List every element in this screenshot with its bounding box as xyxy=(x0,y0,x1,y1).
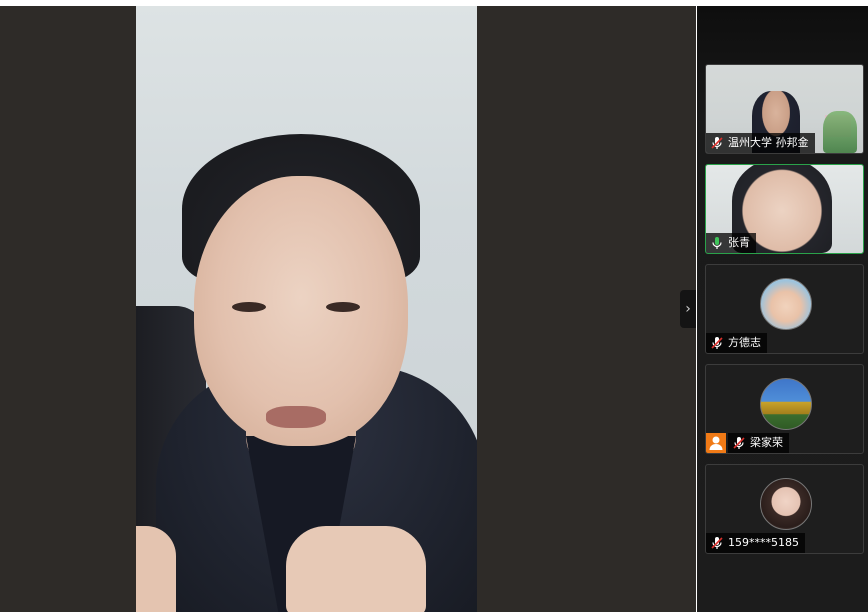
mic-muted-icon xyxy=(710,536,724,550)
participant-tile[interactable]: 温州大学 孙邦金 xyxy=(705,64,864,154)
participant-tile[interactable]: 梁家荣 xyxy=(705,364,864,454)
participant-tile[interactable]: 159****5185 xyxy=(705,464,864,554)
avatar xyxy=(760,378,812,430)
tile-video-plant xyxy=(823,111,857,153)
participant-sidebar: 温州大学 孙邦金 张青 方德志 梁家荣 159****5185 xyxy=(697,6,868,612)
participant-tile-active[interactable]: 张青 xyxy=(705,164,864,254)
mic-active-icon xyxy=(710,236,724,250)
video-hand-left xyxy=(136,526,176,612)
participant-label: 159****5185 xyxy=(706,533,805,553)
participant-name: 温州大学 孙邦金 xyxy=(728,136,809,149)
video-mouth xyxy=(266,406,326,428)
video-hand xyxy=(286,526,426,612)
main-stage xyxy=(0,6,696,612)
sidebar-toggle-button[interactable]: › xyxy=(680,290,696,328)
participant-name: 159****5185 xyxy=(728,536,799,549)
participant-label: 梁家荣 xyxy=(728,433,789,453)
chevron-right-icon: › xyxy=(685,301,691,317)
participant-name: 梁家荣 xyxy=(750,436,783,449)
host-user-icon xyxy=(706,433,726,453)
participant-label: 方德志 xyxy=(706,333,767,353)
participant-label: 张青 xyxy=(706,233,756,253)
video-eye-right xyxy=(326,302,360,312)
mic-muted-icon xyxy=(732,436,746,450)
avatar xyxy=(760,478,812,530)
participant-label: 温州大学 孙邦金 xyxy=(706,133,815,153)
main-speaker-video[interactable] xyxy=(136,6,477,612)
participant-name: 方德志 xyxy=(728,336,761,349)
participant-tile[interactable]: 方德志 xyxy=(705,264,864,354)
avatar xyxy=(760,278,812,330)
mic-muted-icon xyxy=(710,336,724,350)
participant-name: 张青 xyxy=(728,236,750,249)
mic-muted-icon xyxy=(710,136,724,150)
video-eye-left xyxy=(232,302,266,312)
